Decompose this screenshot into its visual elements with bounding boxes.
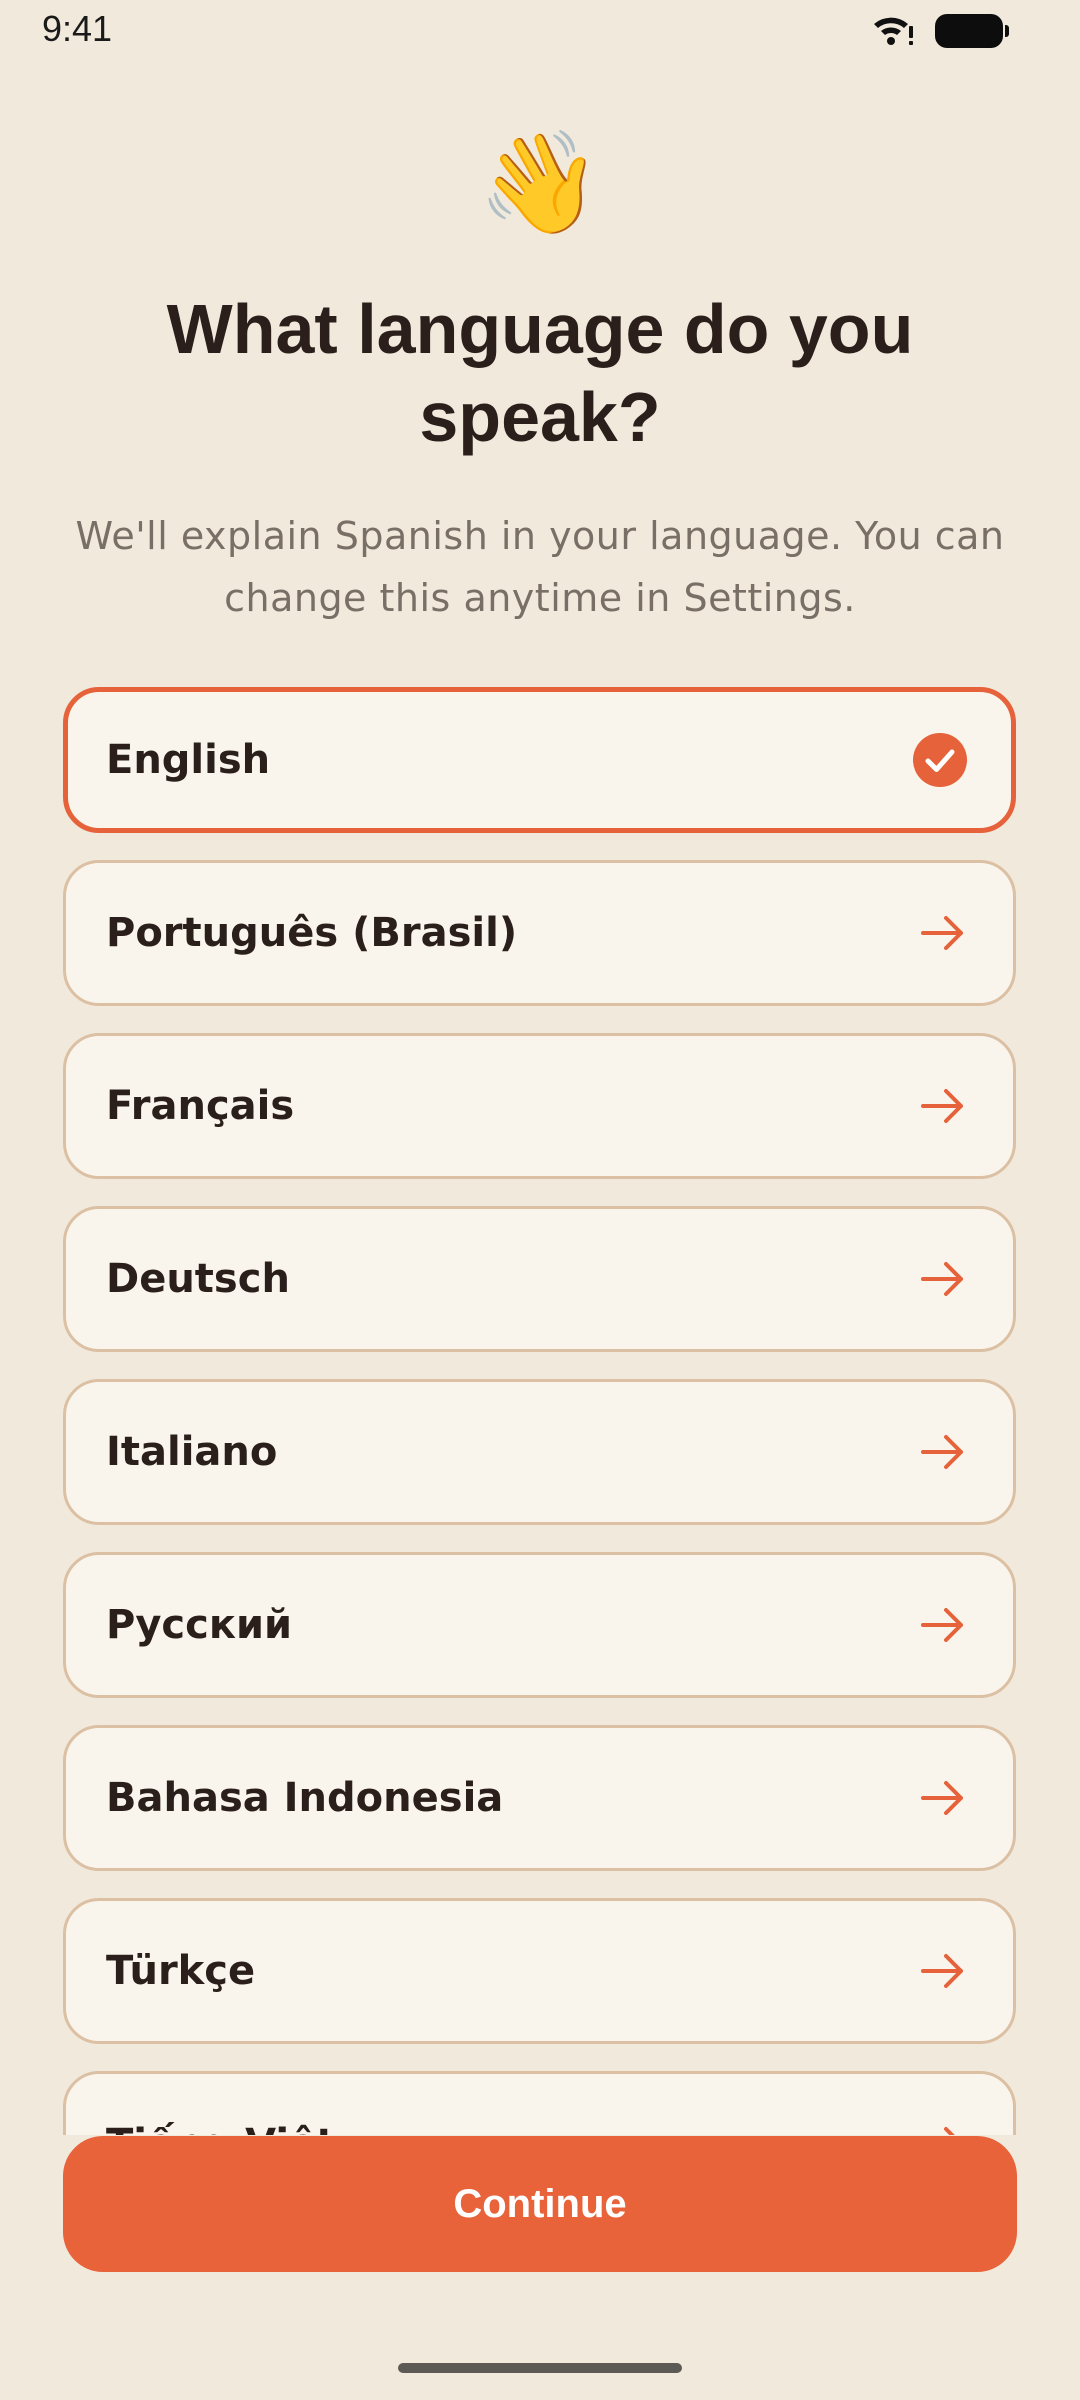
language-list: English Português (Brasil) Français Deut… bbox=[0, 680, 1080, 2135]
arrow-right-icon bbox=[921, 916, 963, 950]
language-label: Italiano bbox=[106, 1429, 278, 1475]
arrow-right-icon bbox=[921, 1089, 963, 1123]
arrow-right-icon bbox=[921, 1435, 963, 1469]
home-indicator[interactable] bbox=[398, 2363, 682, 2373]
arrow-right-icon bbox=[921, 1608, 963, 1642]
language-label: Deutsch bbox=[106, 1256, 290, 1302]
arrow-right-icon bbox=[921, 1781, 963, 1815]
language-label: English bbox=[106, 737, 271, 783]
waving-hand-icon: 👋 bbox=[477, 127, 603, 239]
status-bar: 9:41 bbox=[0, 0, 1080, 62]
arrow-right-icon bbox=[921, 1954, 963, 1988]
language-label: Русский bbox=[106, 1602, 293, 1648]
page-title: What language do you speak? bbox=[166, 290, 914, 456]
language-option-turkish[interactable]: Türkçe bbox=[63, 1898, 1016, 2044]
language-label: Bahasa Indonesia bbox=[106, 1775, 504, 1821]
language-option-russian[interactable]: Русский bbox=[63, 1552, 1016, 1698]
arrow-right-icon bbox=[921, 1262, 963, 1296]
wifi-icon bbox=[874, 17, 913, 45]
language-option-german[interactable]: Deutsch bbox=[63, 1206, 1016, 1352]
page-subtitle: We'll explain Spanish in your language. … bbox=[75, 514, 1005, 620]
language-option-italian[interactable]: Italiano bbox=[63, 1379, 1016, 1525]
language-label: Tiếng Việt bbox=[106, 2074, 335, 2135]
language-option-vietnamese[interactable]: Tiếng Việt bbox=[63, 2071, 1016, 2135]
arrow-right-icon bbox=[944, 2127, 955, 2135]
language-label: Português (Brasil) bbox=[106, 910, 518, 956]
check-circle-icon bbox=[913, 733, 967, 787]
screen: 9:41 👋 What language do you speak? We'll… bbox=[0, 0, 1080, 2400]
language-option-english[interactable]: English bbox=[63, 687, 1016, 833]
language-label: Türkçe bbox=[106, 1948, 256, 1994]
language-label: Français bbox=[106, 1083, 295, 1129]
language-option-indonesian[interactable]: Bahasa Indonesia bbox=[63, 1725, 1016, 1871]
language-option-portuguese[interactable]: Português (Brasil) bbox=[63, 860, 1016, 1006]
language-option-french[interactable]: Français bbox=[63, 1033, 1016, 1179]
status-time: 9:41 bbox=[42, 8, 113, 49]
continue-button[interactable]: Continue bbox=[63, 2136, 1017, 2272]
battery-icon bbox=[935, 14, 1009, 48]
